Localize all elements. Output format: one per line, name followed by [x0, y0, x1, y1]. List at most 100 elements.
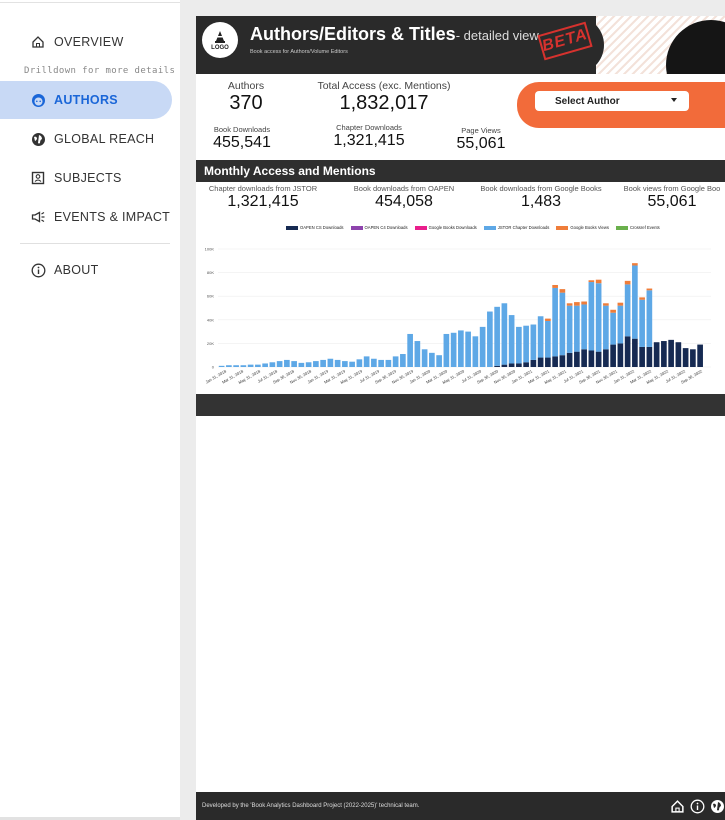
chart-bar[interactable] — [414, 341, 421, 367]
chart-bar[interactable] — [421, 349, 428, 367]
chart-bar[interactable] — [269, 362, 276, 367]
chart-bar[interactable] — [487, 311, 493, 367]
sidebar-item-subjects[interactable]: SUBJECTS — [0, 159, 172, 197]
chart-bar[interactable] — [682, 348, 689, 367]
chart-bar[interactable] — [545, 320, 551, 358]
chart-bar[interactable] — [661, 341, 667, 367]
chart-bar[interactable] — [566, 352, 573, 367]
chart-bar[interactable] — [494, 306, 500, 366]
chart-bar[interactable] — [545, 357, 551, 367]
chart-bar[interactable] — [349, 361, 355, 367]
chart-bar[interactable] — [697, 344, 703, 367]
chart-bar[interactable] — [646, 346, 653, 367]
chart-bar[interactable] — [262, 363, 268, 367]
chart-bar[interactable] — [472, 336, 479, 367]
chart-bar[interactable] — [552, 287, 558, 357]
chart-bar[interactable] — [617, 343, 624, 367]
chart-bar[interactable] — [385, 359, 392, 367]
chart-bar[interactable] — [298, 362, 305, 367]
chart-bar[interactable] — [559, 355, 566, 367]
chart-bar[interactable] — [429, 352, 435, 367]
chart-bar[interactable] — [639, 297, 645, 300]
chart-bar[interactable] — [690, 349, 696, 367]
chart-bar[interactable] — [588, 280, 595, 283]
chart-bar[interactable] — [581, 304, 587, 350]
chart-bar[interactable] — [632, 263, 638, 266]
chart-bar[interactable] — [639, 346, 645, 367]
chart-bar[interactable] — [675, 342, 682, 367]
sidebar-item-about[interactable]: ABOUT — [0, 251, 172, 289]
chart-bar[interactable] — [552, 284, 558, 288]
chart-bar[interactable] — [327, 358, 334, 367]
chart-bar[interactable] — [443, 333, 450, 367]
chart-bar[interactable] — [595, 279, 602, 284]
chart-bar[interactable] — [624, 284, 631, 337]
chart-bar[interactable] — [501, 303, 508, 365]
globe-icon[interactable] — [709, 798, 725, 814]
chart-bar[interactable] — [400, 354, 406, 367]
chart-bar[interactable] — [624, 280, 631, 285]
info-icon[interactable] — [689, 798, 705, 814]
chart-bar[interactable] — [595, 283, 602, 352]
chart-bar[interactable] — [276, 361, 283, 367]
chart-bar[interactable] — [588, 282, 595, 351]
chart-bar[interactable] — [313, 361, 319, 367]
chart-bar[interactable] — [334, 359, 341, 367]
chart-bar[interactable] — [566, 305, 573, 353]
home-icon[interactable] — [669, 798, 685, 814]
chart-bar[interactable] — [603, 305, 609, 350]
chart-bar[interactable] — [305, 362, 312, 367]
chart-bar[interactable] — [624, 336, 631, 367]
sidebar-item-overview[interactable]: OVERVIEW — [0, 23, 172, 61]
chart-bar[interactable] — [320, 359, 326, 367]
chart-bar[interactable] — [523, 362, 529, 367]
select-author-dropdown[interactable]: Select Author — [535, 91, 689, 111]
chart-bar[interactable] — [218, 365, 225, 367]
chart-bar[interactable] — [574, 351, 580, 367]
chart-bar[interactable] — [639, 299, 645, 347]
chart-bar[interactable] — [356, 359, 363, 367]
chart-bar[interactable] — [566, 303, 573, 306]
chart-bar[interactable] — [595, 351, 602, 367]
chart-bar[interactable] — [342, 361, 348, 367]
chart-bar[interactable] — [508, 315, 515, 364]
chart-bar[interactable] — [284, 359, 290, 367]
chart-bar[interactable] — [646, 290, 653, 347]
sidebar-item-global-reach[interactable]: GLOBAL REACH — [0, 120, 172, 158]
chart-bar[interactable] — [668, 339, 674, 367]
chart-bar[interactable] — [581, 349, 587, 367]
chart-bar[interactable] — [450, 332, 457, 367]
chart-bar[interactable] — [603, 349, 609, 367]
chart-bar[interactable] — [610, 309, 616, 313]
chart-bar[interactable] — [465, 331, 471, 367]
chart-bar[interactable] — [508, 363, 515, 367]
chart-bar[interactable] — [523, 325, 529, 363]
chart-bar[interactable] — [552, 356, 558, 367]
chart-bar[interactable] — [501, 364, 508, 367]
chart-bar[interactable] — [537, 316, 544, 358]
sidebar-item-events-impact[interactable]: EVENTS & IMPACT — [0, 198, 172, 236]
chart-bar[interactable] — [255, 364, 261, 367]
chart-bar[interactable] — [617, 302, 624, 306]
chart-bar[interactable] — [632, 265, 638, 339]
chart-bar[interactable] — [610, 344, 616, 367]
chart-bar[interactable] — [653, 342, 660, 367]
chart-bar[interactable] — [458, 330, 464, 367]
chart-bar[interactable] — [537, 357, 544, 367]
chart-bar[interactable] — [494, 365, 500, 367]
chart-bar[interactable] — [516, 363, 522, 367]
chart-bar[interactable] — [646, 288, 653, 291]
chart-bar[interactable] — [247, 364, 254, 367]
chart-bar[interactable] — [530, 359, 537, 367]
chart-bar[interactable] — [559, 292, 566, 356]
chart-bar[interactable] — [240, 365, 247, 367]
chart-bar[interactable] — [581, 301, 587, 305]
chart-bar[interactable] — [479, 326, 486, 367]
chart-bar[interactable] — [371, 358, 377, 367]
chart-bar[interactable] — [603, 303, 609, 306]
chart-bar[interactable] — [559, 289, 566, 293]
chart-bar[interactable] — [516, 326, 522, 364]
chart-bar[interactable] — [617, 305, 624, 344]
chart-bar[interactable] — [407, 333, 413, 367]
chart-bar[interactable] — [378, 359, 384, 367]
